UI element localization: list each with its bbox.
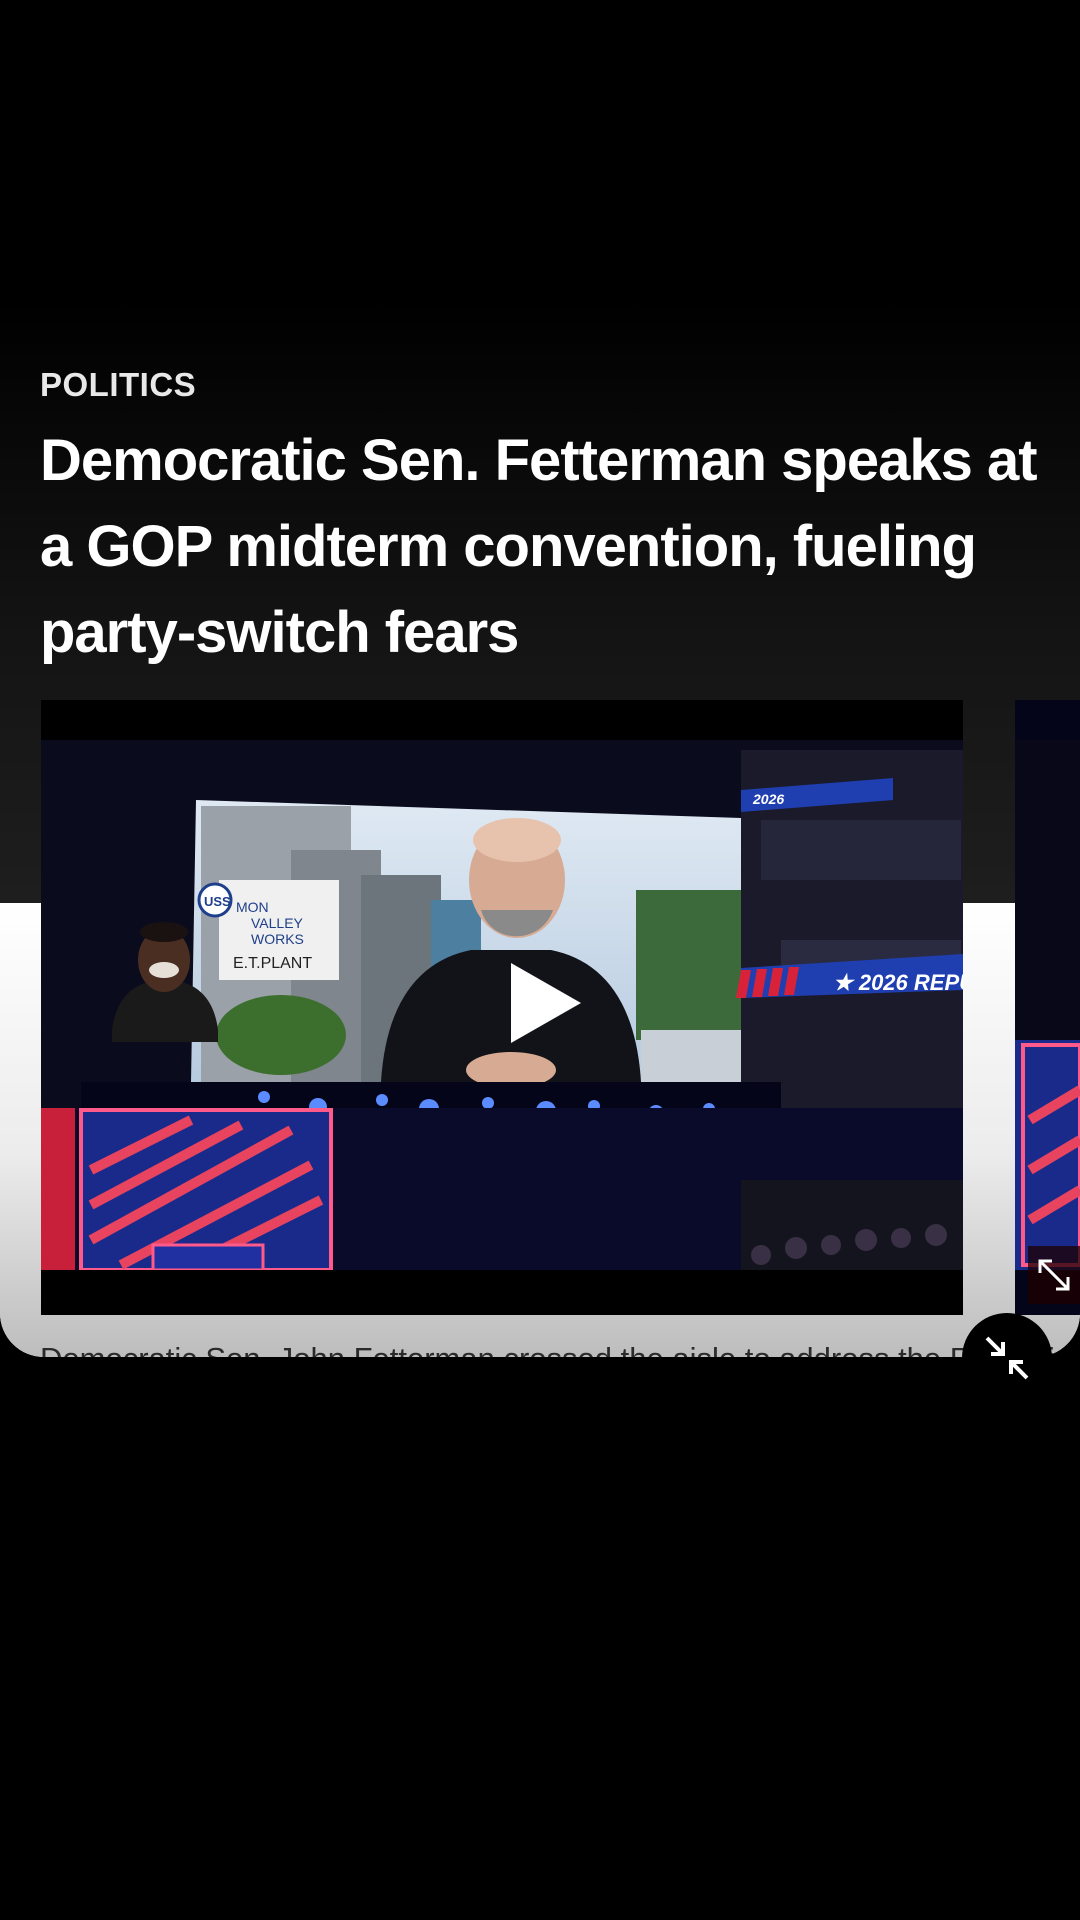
expand-button[interactable]	[1028, 1246, 1080, 1304]
section-label[interactable]: POLITICS	[40, 366, 196, 404]
creator-avatar	[112, 922, 218, 1042]
article-headline[interactable]: Democratic Sen. Fetterman speaks at a GO…	[40, 418, 1050, 676]
sign-logo: USS	[204, 894, 231, 909]
banner-2026-small: 2026	[752, 791, 784, 807]
article-caption[interactable]: Democratic Sen. John Fetterman crossed t…	[40, 1340, 1080, 1357]
sign-line-4: E.T.PLANT	[233, 955, 312, 972]
creator-avatar-pip	[112, 920, 218, 1042]
collapse-button[interactable]	[962, 1313, 1052, 1403]
sign-line-3: WORKS	[251, 931, 304, 947]
play-icon[interactable]	[511, 963, 581, 1043]
sign-line-2: VALLEY	[251, 915, 304, 931]
next-video-thumbnail[interactable]	[1015, 700, 1080, 1315]
article-card: POLITICS Democratic Sen. Fetterman speak…	[0, 0, 1080, 1357]
next-video-graphic	[1015, 740, 1080, 1270]
collapse-icon	[985, 1336, 1029, 1380]
sign-line-1: MON	[236, 899, 269, 915]
expand-icon	[1038, 1259, 1070, 1291]
banner-2026-large: ★ 2026 REPU	[833, 970, 963, 995]
